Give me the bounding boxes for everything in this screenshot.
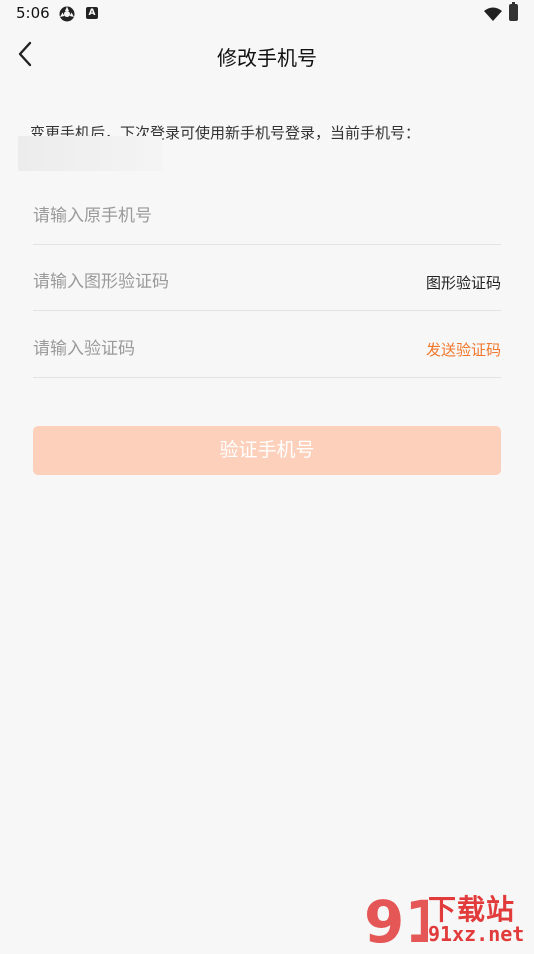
captcha-image-button[interactable]: 图形验证码 — [426, 272, 501, 293]
wifi-icon — [484, 6, 502, 21]
sms-code-input[interactable] — [33, 323, 393, 375]
watermark-logo: 91 — [362, 886, 445, 954]
battery-icon — [509, 2, 518, 21]
status-time: 5:06 — [16, 4, 50, 22]
status-bar: 5:06 A — [0, 0, 534, 28]
send-code-button[interactable]: 发送验证码 — [426, 339, 501, 360]
sms-code-row: 发送验证码 — [33, 323, 501, 378]
watermark: 91 下载站 91xz.net — [362, 886, 534, 954]
page-title: 修改手机号 — [217, 46, 317, 70]
old-phone-row — [33, 190, 501, 245]
current-phone-masked — [18, 136, 162, 171]
app-badge-icon: A — [86, 7, 98, 19]
captcha-input[interactable] — [33, 256, 393, 308]
watermark-domain: 91xz.net — [428, 922, 525, 946]
verify-phone-button[interactable]: 验证手机号 — [33, 426, 501, 475]
old-phone-input[interactable] — [33, 190, 393, 242]
nav-bar: 修改手机号 — [0, 28, 534, 80]
sync-icon — [58, 5, 76, 23]
captcha-row: 图形验证码 — [33, 256, 501, 311]
svg-text:91: 91 — [364, 888, 428, 950]
